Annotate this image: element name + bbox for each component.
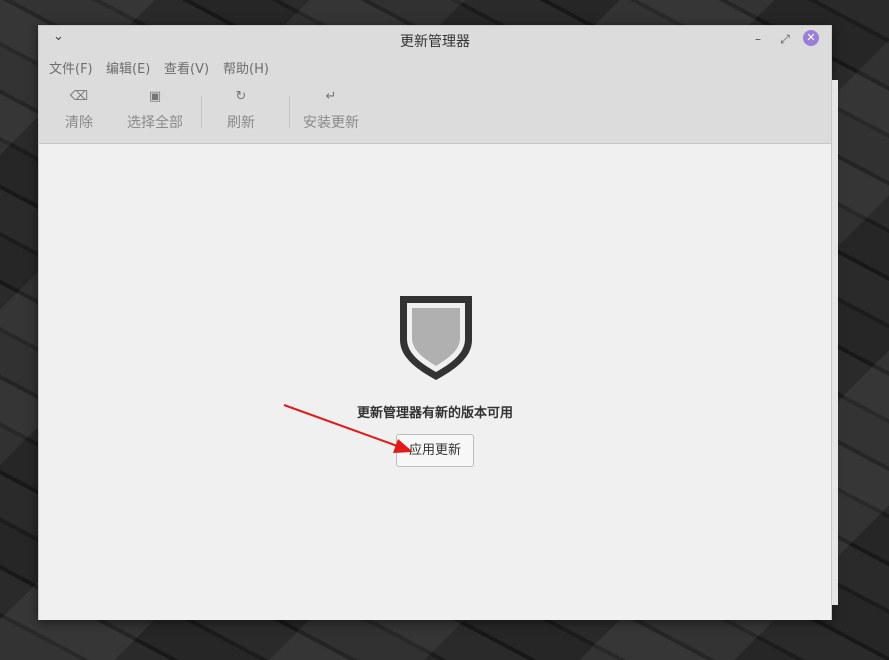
annotation-arrow	[283, 404, 413, 453]
